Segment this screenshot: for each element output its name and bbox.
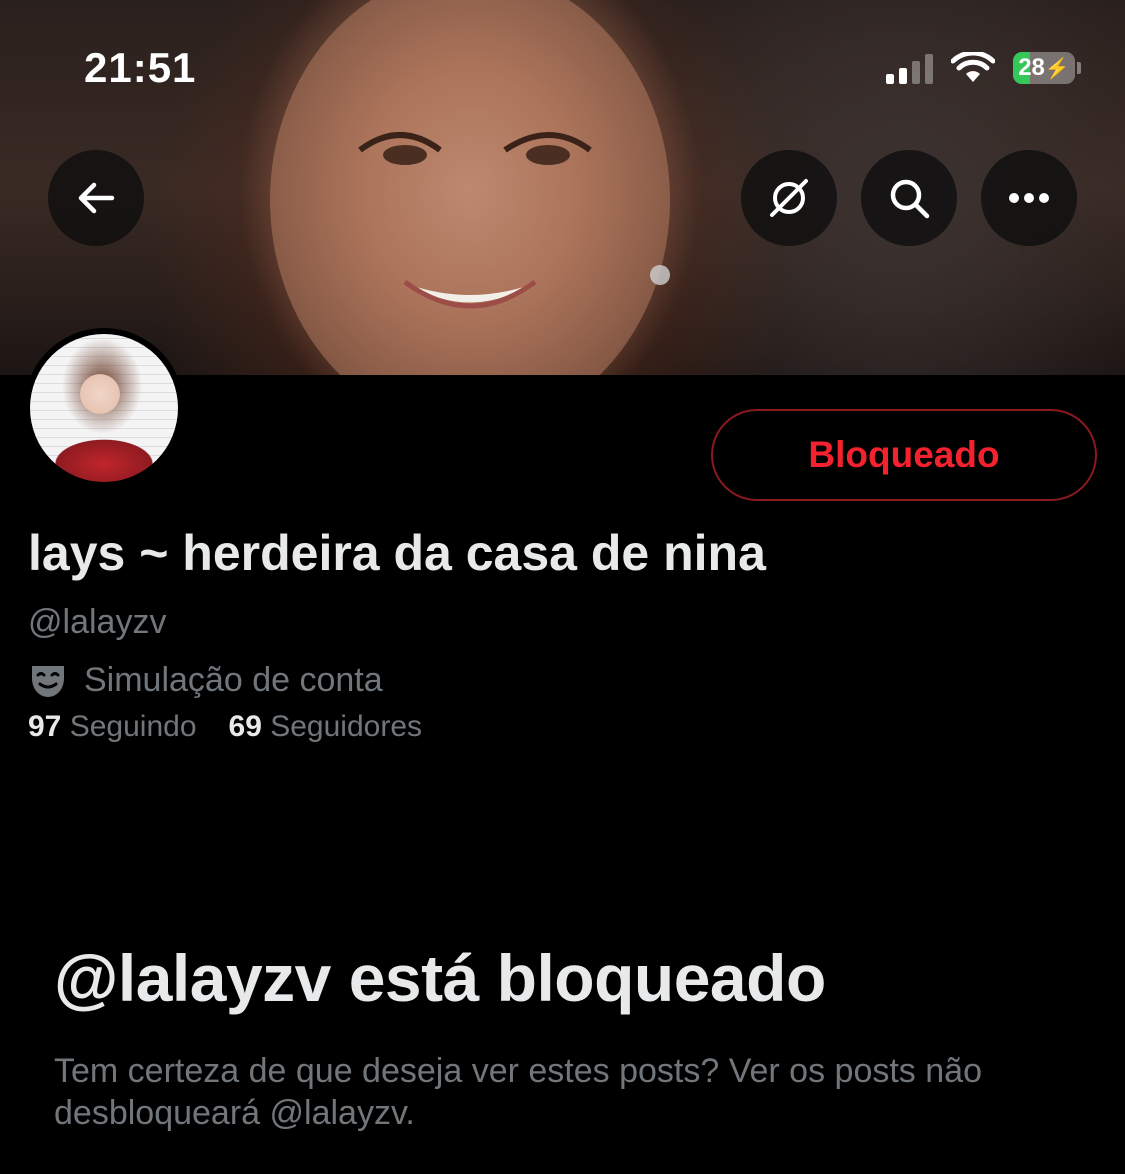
status-time: 21:51: [84, 44, 197, 91]
parody-label-row: Simulação de conta: [28, 660, 383, 700]
blocked-title: @lalayzv está bloqueado: [54, 941, 826, 1015]
profile-banner[interactable]: 21:51 28 ⚡: [0, 0, 1125, 375]
back-button[interactable]: [48, 150, 144, 246]
more-button[interactable]: [981, 150, 1077, 246]
grok-button[interactable]: [741, 150, 837, 246]
parody-mask-icon: [32, 666, 64, 697]
followers-count: 69: [228, 710, 262, 743]
more-horizontal-icon: [1009, 193, 1049, 203]
avatar[interactable]: [24, 328, 184, 488]
cellular-signal-icon: [886, 52, 933, 84]
following-count: 97: [28, 710, 62, 743]
parody-label: Simulação de conta: [84, 660, 383, 699]
arrow-left-icon: [78, 182, 115, 214]
follow-stats: 97 Seguindo 69 Seguidores: [28, 710, 422, 744]
battery-tip: [1077, 62, 1081, 74]
display-name: lays ~ herdeira da casa de nina: [28, 525, 766, 581]
blocked-button[interactable]: Bloqueado: [711, 409, 1097, 501]
status-indicators: 28 ⚡: [886, 50, 1081, 86]
grok-icon: [770, 179, 808, 217]
blocked-description: Tem certeza de que deseja ver estes post…: [54, 1052, 982, 1132]
wifi-icon: [951, 52, 995, 82]
search-button[interactable]: [861, 150, 957, 246]
search-icon: [890, 179, 930, 219]
battery-icon: 28 ⚡: [1013, 52, 1075, 84]
followers-label: Seguidores: [270, 710, 423, 743]
followers-link[interactable]: 69 Seguidores: [229, 710, 423, 744]
battery-percentage: 28: [1018, 54, 1045, 81]
profile-handle: @lalayzv: [28, 603, 167, 641]
following-label: Seguindo: [69, 710, 197, 743]
following-link[interactable]: 97 Seguindo: [28, 710, 197, 744]
avatar-image: [30, 334, 178, 482]
